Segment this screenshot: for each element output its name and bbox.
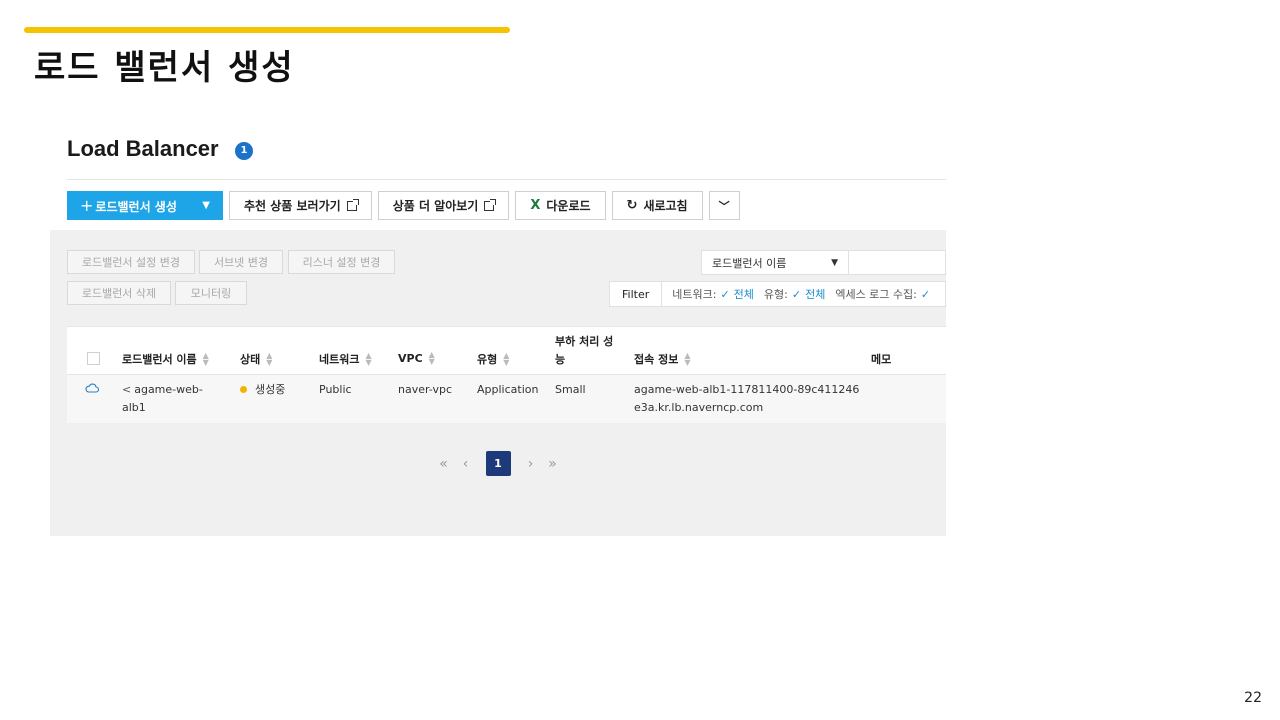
create-label: 로드밸런서 생성 (95, 200, 177, 214)
external-link-icon (484, 198, 497, 211)
check-icon: ✓ (920, 287, 931, 301)
learn-more-label: 상품 더 알아보기 (392, 199, 479, 213)
filter-type[interactable]: 유형: ✓ 전체 (764, 286, 825, 302)
column-performance[interactable]: 부하 처리 성 능 (555, 333, 613, 367)
count-badge: 1 (235, 142, 253, 160)
caret-down-icon: ▼ (831, 257, 838, 268)
check-icon: ✓ (791, 287, 802, 301)
refresh-icon: ↻ (626, 198, 638, 213)
refresh-button[interactable]: ↻ 새로고침 (611, 191, 703, 220)
column-memo: 메모 (871, 353, 892, 366)
last-page-icon[interactable]: » (545, 456, 561, 472)
filter-bar[interactable]: Filter 네트워크: ✓ 전체 유형: ✓ 전체 엑세스 로그 수집: ✓ (609, 281, 946, 307)
sort-icon: ▲ ▼ (503, 351, 510, 367)
sort-icon: ▲ ▼ (202, 351, 209, 367)
sort-icon: ▲ ▼ (428, 350, 435, 366)
download-label: 다운로드 (546, 199, 591, 213)
external-link-icon (346, 198, 359, 211)
status-dot-icon (240, 386, 247, 393)
search-field-value: 로드밸런서 이름 (712, 256, 787, 270)
monitoring-button[interactable]: 모니터링 (175, 281, 247, 305)
page-title: Load Balancer (67, 136, 219, 161)
refresh-label: 새로고침 (643, 199, 688, 213)
first-page-icon[interactable]: « (436, 456, 452, 472)
column-type[interactable]: 유형 ▲ ▼ (477, 351, 509, 367)
chevron-down-icon: ﹀ (718, 199, 730, 213)
change-listener-button[interactable]: 리스너 설정 변경 (288, 250, 395, 274)
title-accent-bar (24, 27, 510, 33)
sort-icon: ▲ ▼ (684, 351, 691, 367)
load-balancer-table: 로드밸런서 이름 ▲ ▼ 상태 ▲ ▼ 네트워크 ▲ ▼ VPC ▲ ▼ 유형 ▲ ▼ 부… (67, 326, 946, 423)
next-page-icon[interactable]: › (523, 456, 539, 472)
column-vpc[interactable]: VPC ▲ ▼ (398, 350, 435, 366)
column-network[interactable]: 네트워크 ▲ ▼ (319, 351, 372, 367)
table-row[interactable]: < agame-web- alb1 생성중 Public naver-vpc Ap… (67, 375, 946, 423)
sort-icon: ▲ ▼ (266, 351, 273, 367)
row-status: 생성중 (240, 381, 285, 399)
slide-title: 로드 밸런서 생성 (34, 48, 295, 88)
change-subnet-button[interactable]: 서브넷 변경 (199, 250, 283, 274)
column-endpoint[interactable]: 접속 정보 ▲ ▼ (634, 351, 690, 367)
column-name[interactable]: 로드밸런서 이름 ▲ ▼ (122, 351, 209, 367)
page-number: 22 (1244, 690, 1262, 706)
row-performance: Small (555, 383, 586, 396)
search-field-select[interactable]: 로드밸런서 이름 ▼ (701, 250, 849, 275)
row-vpc: naver-vpc (398, 383, 453, 396)
filter-network[interactable]: 네트워크: ✓ 전체 (672, 286, 754, 302)
learn-more-button[interactable]: 상품 더 알아보기 (377, 191, 510, 220)
check-icon: ✓ (720, 287, 730, 301)
select-all-checkbox[interactable] (87, 352, 100, 365)
row-type: Application (477, 383, 539, 396)
sort-icon: ▲ ▼ (365, 351, 372, 367)
row-endpoint: agame-web-alb1-117811400-89c411246 e3a.k… (634, 383, 860, 414)
filter-access-log[interactable]: 엑세스 로그 수집: ✓ (835, 286, 930, 302)
console-screenshot: Load Balancer 1 + 로드밸런서 생성 ▼ 추천 상품 보러가기 상… (50, 120, 946, 536)
current-page[interactable]: 1 (485, 451, 511, 476)
caret-down-icon[interactable]: ▼ (202, 200, 210, 211)
load-balancer-icon: < (122, 383, 132, 396)
recommend-products-button[interactable]: 추천 상품 보러가기 (229, 191, 372, 220)
excel-icon: X (530, 198, 541, 213)
download-button[interactable]: X 다운로드 (515, 191, 606, 220)
create-load-balancer-button[interactable]: + 로드밸런서 생성 ▼ (67, 191, 223, 220)
table-header: 로드밸런서 이름 ▲ ▼ 상태 ▲ ▼ 네트워크 ▲ ▼ VPC ▲ ▼ 유형 ▲ ▼ 부… (67, 327, 946, 375)
toolbar: + 로드밸런서 생성 ▼ 추천 상품 보러가기 상품 더 알아보기 X 다운로드 … (67, 191, 740, 220)
pagination: « ‹ 1 › » (50, 451, 946, 476)
more-options-button[interactable]: ﹀ (708, 191, 740, 220)
column-status[interactable]: 상태 ▲ ▼ (240, 351, 272, 367)
plus-icon: + (80, 196, 94, 215)
row-name[interactable]: < agame-web- alb1 (122, 381, 203, 417)
change-settings-button[interactable]: 로드밸런서 설정 변경 (67, 250, 195, 274)
recommend-label: 추천 상품 보러가기 (244, 199, 341, 213)
prev-page-icon[interactable]: ‹ (458, 456, 474, 472)
filter-label: Filter (610, 282, 663, 306)
title-divider (67, 179, 946, 180)
search-input[interactable] (849, 250, 946, 275)
cloud-icon (85, 383, 99, 393)
row-network: Public (319, 383, 352, 396)
delete-load-balancer-button[interactable]: 로드밸런서 삭제 (67, 281, 171, 305)
